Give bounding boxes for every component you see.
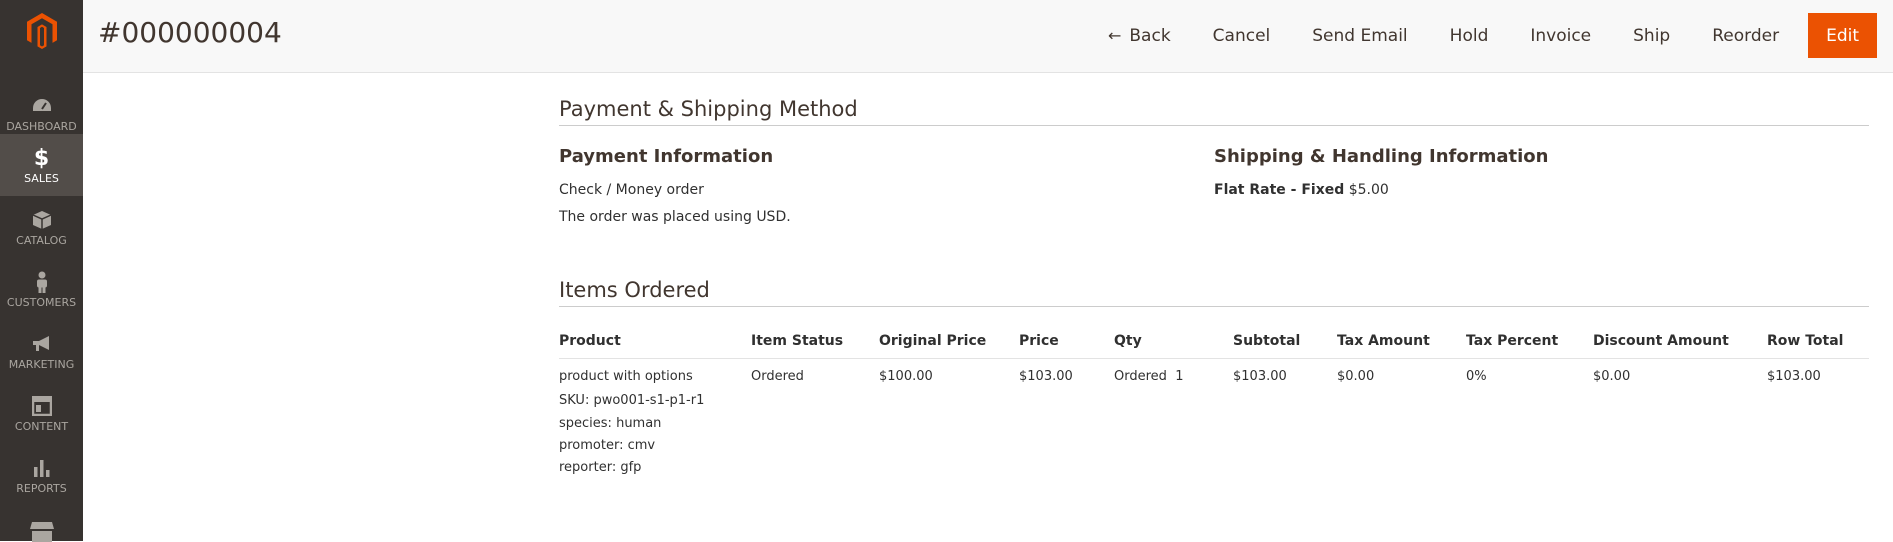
cancel-button[interactable]: Cancel [1192, 13, 1292, 58]
page-header: #000000004 ← Back Cancel Send Email Hold… [83, 0, 1893, 73]
ship-button[interactable]: Ship [1612, 13, 1691, 58]
items-ordered-table: Product Item Status Original Price Price… [559, 333, 1869, 479]
column-header: Subtotal [1233, 333, 1337, 359]
shipping-price: $5.00 [1348, 182, 1389, 198]
payment-information: Payment Information Check / Money order … [559, 146, 1214, 225]
store-icon [28, 520, 56, 542]
box-icon [28, 207, 56, 233]
back-button[interactable]: ← Back [1087, 13, 1192, 58]
sidebar-item-customers[interactable]: CUSTOMERS [0, 258, 83, 320]
admin-sidebar: DASHBOARD $ SALES CATALOG CUSTOMERS MARK… [0, 0, 83, 542]
price-cell: $103.00 [1019, 369, 1073, 384]
table-header-row: Product Item Status Original Price Price… [559, 333, 1869, 359]
page-title: #000000004 [98, 16, 282, 49]
column-header: Qty [1114, 333, 1233, 359]
product-sku: SKU: pwo001-s1-p1-r1 [559, 393, 705, 408]
sidebar-item-label: CATALOG [16, 234, 67, 247]
original-price-cell: $100.00 [879, 369, 933, 384]
sidebar-item-sales[interactable]: $ SALES [0, 134, 83, 196]
qty-value: 1 [1175, 369, 1184, 384]
option-line: promoter: cmv [559, 438, 656, 453]
sidebar-item-label: CONTENT [14, 420, 69, 433]
column-header: Item Status [751, 333, 879, 359]
sidebar-item-reports[interactable]: REPORTS [0, 444, 83, 506]
section-title: Items Ordered [559, 278, 1869, 307]
sidebar-item-label: CUSTOMERS [6, 296, 77, 309]
sidebar-item-label: DASHBOARD [6, 120, 77, 133]
layout-icon [28, 393, 56, 419]
person-icon [28, 269, 56, 295]
column-header: Price [1019, 333, 1114, 359]
shipping-method: Flat Rate - Fixed $5.00 [1214, 182, 1869, 198]
column-header: Row Total [1767, 333, 1869, 359]
sidebar-item-label: MARKETING [8, 358, 75, 371]
arrow-left-icon: ← [1107, 26, 1122, 45]
section-title: Payment & Shipping Method [559, 97, 1869, 126]
sidebar-item-catalog[interactable]: CATALOG [0, 196, 83, 258]
sidebar-item-label: REPORTS [16, 482, 67, 495]
product-cell: product with options SKU: pwo001-s1-p1-r… [559, 359, 751, 480]
bar-chart-icon [28, 455, 56, 481]
column-header: Product [559, 333, 751, 359]
row-total-cell: $103.00 [1767, 369, 1821, 384]
discount-amount-cell: $0.00 [1593, 369, 1631, 384]
option-line: reporter: gfp [559, 460, 642, 475]
tax-percent-cell: 0% [1466, 369, 1487, 384]
order-view-content: Payment & Shipping Method Payment Inform… [559, 73, 1869, 479]
shipping-information-title: Shipping & Handling Information [1214, 146, 1549, 167]
column-header: Tax Percent [1466, 333, 1593, 359]
item-status-cell: Ordered [751, 369, 804, 384]
option-line: species: human [559, 416, 662, 431]
edit-button[interactable]: Edit [1808, 13, 1877, 58]
sidebar-item-content[interactable]: CONTENT [0, 382, 83, 444]
payment-shipping-section: Payment & Shipping Method Payment Inform… [559, 97, 1869, 225]
column-header: Tax Amount [1337, 333, 1466, 359]
tax-amount-cell: $0.00 [1337, 369, 1375, 384]
subtotal-cell: $103.00 [1233, 369, 1287, 384]
hold-button[interactable]: Hold [1429, 13, 1510, 58]
shipping-method-name: Flat Rate - Fixed [1214, 182, 1345, 198]
table-row: product with options SKU: pwo001-s1-p1-r… [559, 359, 1869, 480]
dollar-icon: $ [33, 145, 50, 171]
column-header: Discount Amount [1593, 333, 1767, 359]
dashboard-icon [28, 93, 56, 119]
currency-note: The order was placed using USD. [559, 209, 791, 225]
invoice-button[interactable]: Invoice [1509, 13, 1612, 58]
sidebar-item-label: SALES [24, 172, 59, 185]
product-options: species: human promoter: cmv reporter: g… [559, 413, 751, 479]
product-name: product with options [559, 369, 693, 384]
reorder-button[interactable]: Reorder [1691, 13, 1800, 58]
shipping-handling-information: Shipping & Handling Information Flat Rat… [1214, 146, 1869, 225]
qty-label: Ordered [1114, 369, 1167, 384]
sidebar-item-marketing[interactable]: MARKETING [0, 320, 83, 382]
qty-cell: Ordered 1 [1114, 359, 1233, 480]
column-header: Original Price [879, 333, 1019, 359]
magento-logo-icon[interactable] [0, 0, 83, 62]
megaphone-icon [28, 331, 56, 357]
items-ordered-section: Items Ordered Product Item Status Origin… [559, 278, 1869, 479]
send-email-button[interactable]: Send Email [1291, 13, 1428, 58]
payment-information-title: Payment Information [559, 146, 774, 167]
page-actions: ← Back Cancel Send Email Hold Invoice Sh… [1087, 13, 1877, 58]
sidebar-item-stores[interactable] [0, 512, 83, 542]
payment-method: Check / Money order [559, 182, 704, 198]
